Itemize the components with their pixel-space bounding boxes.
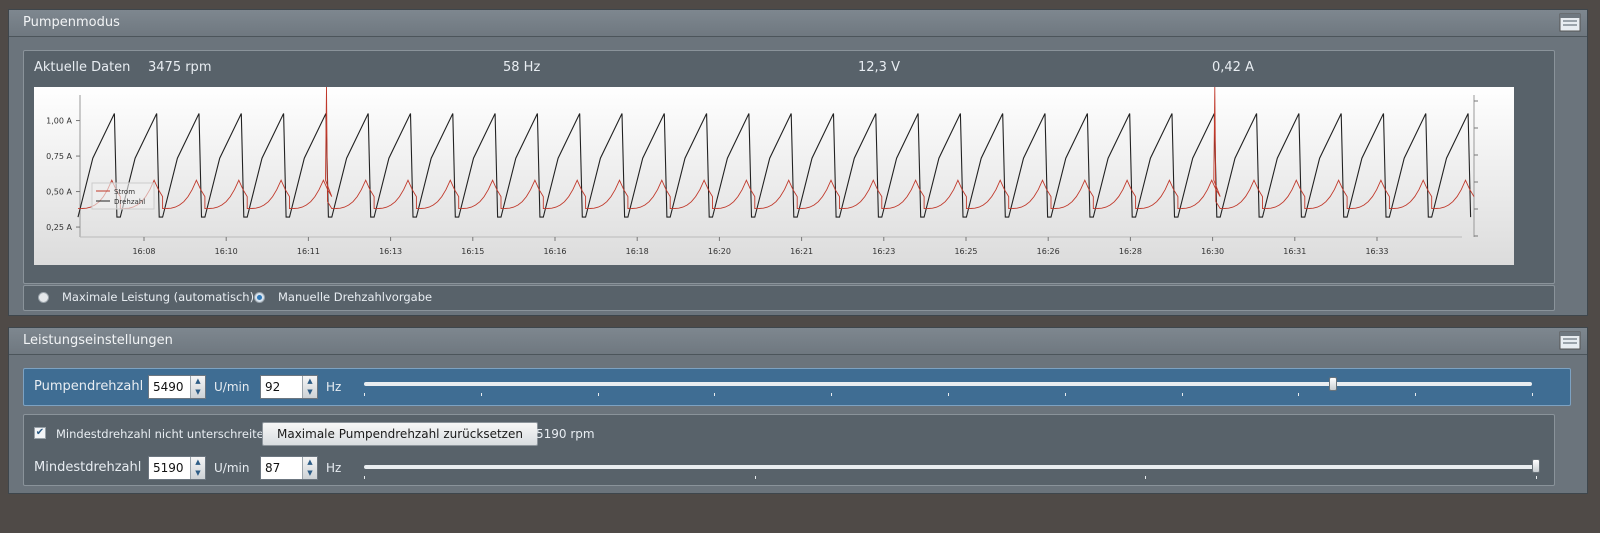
slider-tick <box>364 476 365 479</box>
x-tick-label: 16:16 <box>543 247 566 256</box>
slider-tick <box>1145 476 1147 479</box>
x-tick-label: 16:26 <box>1037 247 1060 256</box>
x-tick-label: 16:28 <box>1119 247 1142 256</box>
spin-down-icon[interactable]: ▼ <box>191 387 205 398</box>
min-speed-hz-stepper[interactable]: ▲▼ <box>260 456 318 480</box>
live-chart: 1,00 A 0,75 A 0,50 A 0,25 A 16:08 16:10 16:11 1… <box>34 86 1514 265</box>
power-settings-panel: Leistungseinstellungen Pumpendrehzahl ▲▼… <box>8 327 1588 494</box>
x-tick-label: 16:30 <box>1201 247 1224 256</box>
slider-tick <box>1415 393 1417 396</box>
min-speed-label: Mindestdrehzahl <box>34 460 142 475</box>
slider-tick <box>1181 393 1183 396</box>
radio-max-power-label[interactable]: Maximale Leistung (automatisch) <box>62 290 254 304</box>
chart-svg: 1,00 A 0,75 A 0,50 A 0,25 A 16:08 16:10 16:11 1… <box>46 86 1478 256</box>
pump-speed-rpm-unit: U/min <box>214 380 250 394</box>
min-speed-slider-thumb[interactable] <box>1532 459 1540 473</box>
legend-label: Drehzahl <box>114 198 145 206</box>
slider-tick <box>1536 476 1537 479</box>
x-tick-label: 16:18 <box>626 247 649 256</box>
min-speed-rpm-stepper[interactable]: ▲▼ <box>148 456 206 480</box>
power-settings-header: Leistungseinstellungen <box>9 328 1587 355</box>
min-speed-hz-unit: Hz <box>326 461 342 475</box>
pump-mode-panel: Pumpenmodus Aktuelle Daten 3475 rpm 58 H… <box>8 9 1588 316</box>
x-tick-label: 16:25 <box>954 247 977 256</box>
voltage-readout: 12,3 V <box>858 60 900 75</box>
radio-manual-speed-label[interactable]: Manuelle Drehzahlvorgabe <box>278 290 432 304</box>
pump-speed-slider-thumb[interactable] <box>1329 377 1338 391</box>
min-speed-hz-input[interactable] <box>261 457 307 479</box>
x-tick-label: 16:13 <box>379 247 402 256</box>
radio-manual-speed[interactable] <box>254 292 265 303</box>
spin-up-icon[interactable]: ▲ <box>303 376 317 387</box>
pump-speed-hz-unit: Hz <box>326 380 342 394</box>
radio-max-power[interactable] <box>38 292 49 303</box>
min-speed-checkbox[interactable]: ✔ <box>34 427 46 439</box>
slider-tick <box>1298 393 1300 396</box>
min-speed-box: ✔ Mindestdrehzahl nicht unterschreiten M… <box>23 414 1555 486</box>
reset-value-readout: 5190 rpm <box>536 427 595 441</box>
drehzahl-line <box>77 113 1472 218</box>
min-speed-hz-spin[interactable]: ▲ ▼ <box>302 457 317 479</box>
y-tick-label: 1,00 A <box>46 117 72 126</box>
x-tick-label: 16:11 <box>297 247 320 256</box>
spin-down-icon[interactable]: ▼ <box>303 468 317 479</box>
x-tick-label: 16:08 <box>132 247 155 256</box>
spin-down-icon[interactable]: ▼ <box>191 468 205 479</box>
window-toggle-icon[interactable] <box>1559 331 1581 350</box>
pump-mode-title: Pumpenmodus <box>23 15 120 30</box>
legend-label: Strom <box>114 188 135 196</box>
current-readout: 0,42 A <box>1212 60 1254 75</box>
slider-tick <box>597 393 599 396</box>
pump-speed-hz-stepper[interactable]: ▲▼ <box>260 375 318 399</box>
slider-tick <box>948 393 949 396</box>
min-speed-checkbox-label[interactable]: Mindestdrehzahl nicht unterschreiten <box>56 427 271 441</box>
slider-tick <box>714 393 716 396</box>
spin-up-icon[interactable]: ▲ <box>191 457 205 468</box>
x-tick-label: 16:31 <box>1283 247 1306 256</box>
slider-tick <box>1532 393 1533 396</box>
min-speed-slider[interactable] <box>364 465 1536 469</box>
slider-tick <box>754 476 756 479</box>
power-settings-title: Leistungseinstellungen <box>23 333 173 348</box>
pump-speed-hz-spin[interactable]: ▲ ▼ <box>302 376 317 398</box>
slider-tick <box>480 393 482 396</box>
min-speed-rpm-input[interactable] <box>149 457 195 479</box>
pump-speed-hz-input[interactable] <box>261 376 307 398</box>
slider-tick <box>831 393 833 396</box>
pump-speed-rpm-input[interactable] <box>149 376 195 398</box>
slider-tick <box>1064 393 1066 396</box>
x-tick-label: 16:20 <box>708 247 731 256</box>
spin-up-icon[interactable]: ▲ <box>191 376 205 387</box>
current-data-box: Aktuelle Daten 3475 rpm 58 Hz 12,3 V 0,4… <box>23 50 1555 284</box>
frequency-readout: 58 Hz <box>503 60 541 75</box>
x-tick-label: 16:33 <box>1365 247 1388 256</box>
y-tick-label: 0,50 A <box>46 188 72 197</box>
pump-speed-row: Pumpendrehzahl ▲▼ U/min ▲▼ Hz <box>23 368 1571 406</box>
slider-tick <box>364 393 365 396</box>
y-tick-label: 0,75 A <box>46 152 72 161</box>
spin-down-icon[interactable]: ▼ <box>303 387 317 398</box>
x-tick-label: 16:21 <box>790 247 813 256</box>
window-toggle-icon[interactable] <box>1559 13 1581 32</box>
current-data-label: Aktuelle Daten <box>34 60 131 75</box>
x-tick-label: 16:23 <box>872 247 895 256</box>
min-speed-rpm-unit: U/min <box>214 461 250 475</box>
pump-speed-slider[interactable] <box>364 382 1532 386</box>
reset-max-speed-button[interactable]: Maximale Pumpendrehzahl zurücksetzen <box>262 422 538 446</box>
y-tick-label: 0,25 A <box>46 223 72 232</box>
rpm-readout: 3475 rpm <box>148 60 212 75</box>
pump-mode-header: Pumpenmodus <box>9 10 1587 37</box>
pump-speed-rpm-stepper[interactable]: ▲▼ <box>148 375 206 399</box>
strom-line <box>77 86 1475 210</box>
pump-speed-rpm-spin[interactable]: ▲ ▼ <box>190 376 205 398</box>
x-tick-label: 16:10 <box>215 247 238 256</box>
min-speed-rpm-spin[interactable]: ▲ ▼ <box>190 457 205 479</box>
mode-selection-box: Maximale Leistung (automatisch) Manuelle… <box>23 285 1555 311</box>
spin-up-icon[interactable]: ▲ <box>303 457 317 468</box>
x-tick-label: 16:15 <box>461 247 484 256</box>
pump-speed-label: Pumpendrehzahl <box>34 379 144 394</box>
